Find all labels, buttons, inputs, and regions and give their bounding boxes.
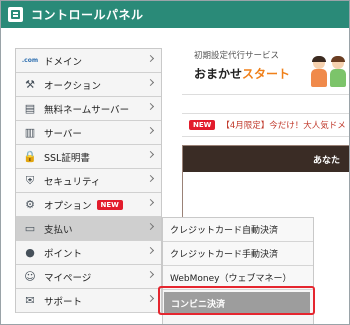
- chevron-right-icon: [146, 150, 155, 159]
- dotcom-icon: .com: [21, 57, 39, 64]
- character-girl-illustration: [329, 56, 347, 91]
- user-icon: ☺: [24, 270, 36, 283]
- gear-icon: ⚙: [25, 198, 35, 211]
- sidebar-item-label: オークション: [44, 80, 102, 92]
- news-link[interactable]: 【4月限定】今だけ！大人気ドメ: [221, 119, 345, 131]
- chevron-right-icon: [146, 102, 155, 111]
- sidebar-item[interactable]: ● ポイント: [16, 241, 161, 265]
- control-panel-window: コントロールパネル 初期設定代行サービス おまかせスタート NEW 【4月限定】…: [0, 0, 350, 325]
- gavel-icon: ⚒: [25, 78, 35, 91]
- sidebar-item[interactable]: ▭ 支払い: [16, 217, 161, 241]
- character-boy-illustration: [310, 56, 328, 91]
- chevron-right-icon: [146, 294, 155, 303]
- promo-subtitle: 初期設定代行サービス: [194, 51, 280, 61]
- lock-icon: 🔒: [23, 150, 37, 163]
- sidebar-item[interactable]: ⚒ オークション: [16, 73, 161, 97]
- sidebar-item[interactable]: ⛨ セキュリティ: [16, 169, 161, 193]
- info-panel-header: あなた: [183, 146, 349, 172]
- sidebar-item[interactable]: 🔒 SSL証明書: [16, 145, 161, 169]
- promo-banner[interactable]: 初期設定代行サービス おまかせスタート: [182, 43, 349, 95]
- page-title: コントロールパネル: [31, 8, 144, 22]
- sidebar-item[interactable]: .com ドメイン: [16, 49, 161, 73]
- sidebar-menu: .com ドメイン ⚒ オークション ▤ 無料ネームサーバー ▥ サーバー 🔒 SSL証明書 ⛨ セキ…: [15, 48, 162, 313]
- envelope-icon: ✉: [25, 294, 35, 307]
- sidebar-item-label: 支払い: [44, 224, 73, 236]
- sidebar-item-label: ポイント: [44, 248, 83, 260]
- piggy-bank-icon: ●: [25, 246, 35, 259]
- chevron-right-icon: [146, 222, 155, 231]
- sidebar-item[interactable]: ▤ 無料ネームサーバー: [16, 97, 161, 121]
- submenu-item[interactable]: クレジットカード自動決済: [163, 218, 313, 242]
- header-bar: コントロールパネル: [1, 1, 349, 28]
- chevron-right-icon: [146, 270, 155, 279]
- news-ticker[interactable]: NEW 【4月限定】今だけ！大人気ドメ: [182, 113, 349, 137]
- sidebar-item-label: ドメイン: [44, 56, 83, 68]
- server-stack-icon: ▥: [24, 126, 36, 139]
- sidebar-item-label: マイページ: [44, 272, 92, 284]
- chevron-right-icon: [146, 126, 155, 135]
- sidebar-item-label: 無料ネームサーバー: [44, 104, 130, 116]
- sidebar-item-label: SSL証明書: [44, 152, 90, 164]
- sidebar-item-label: サポート: [44, 296, 83, 308]
- server-icon: ▤: [24, 102, 36, 115]
- sidebar-item-label: オプション: [44, 200, 92, 212]
- shield-icon: ⛨: [25, 173, 35, 187]
- control-panel-logo-icon: [8, 7, 23, 22]
- sidebar-item[interactable]: ▥ サーバー: [16, 121, 161, 145]
- chevron-right-icon: [146, 54, 155, 63]
- promo-title-accent: スタート: [242, 67, 291, 81]
- sidebar-item[interactable]: ✉ サポート: [16, 289, 161, 313]
- new-badge: NEW: [96, 199, 123, 210]
- wallet-icon: ▭: [24, 222, 36, 235]
- sidebar-item[interactable]: ☺ マイページ: [16, 265, 161, 289]
- news-new-badge: NEW: [189, 120, 216, 130]
- chevron-right-icon: [146, 174, 155, 183]
- sidebar-item-label: サーバー: [44, 128, 82, 140]
- chevron-right-icon: [146, 198, 155, 207]
- highlight-annotation-box: [158, 286, 315, 315]
- promo-title-prefix: おまかせ: [194, 67, 243, 81]
- submenu-item[interactable]: クレジットカード手動決済: [163, 242, 313, 266]
- sidebar-item-label: セキュリティ: [44, 176, 101, 188]
- promo-title: おまかせスタート: [194, 65, 290, 82]
- chevron-right-icon: [146, 78, 155, 87]
- chevron-right-icon: [146, 246, 155, 255]
- sidebar-item[interactable]: ⚙ オプション NEW: [16, 193, 161, 217]
